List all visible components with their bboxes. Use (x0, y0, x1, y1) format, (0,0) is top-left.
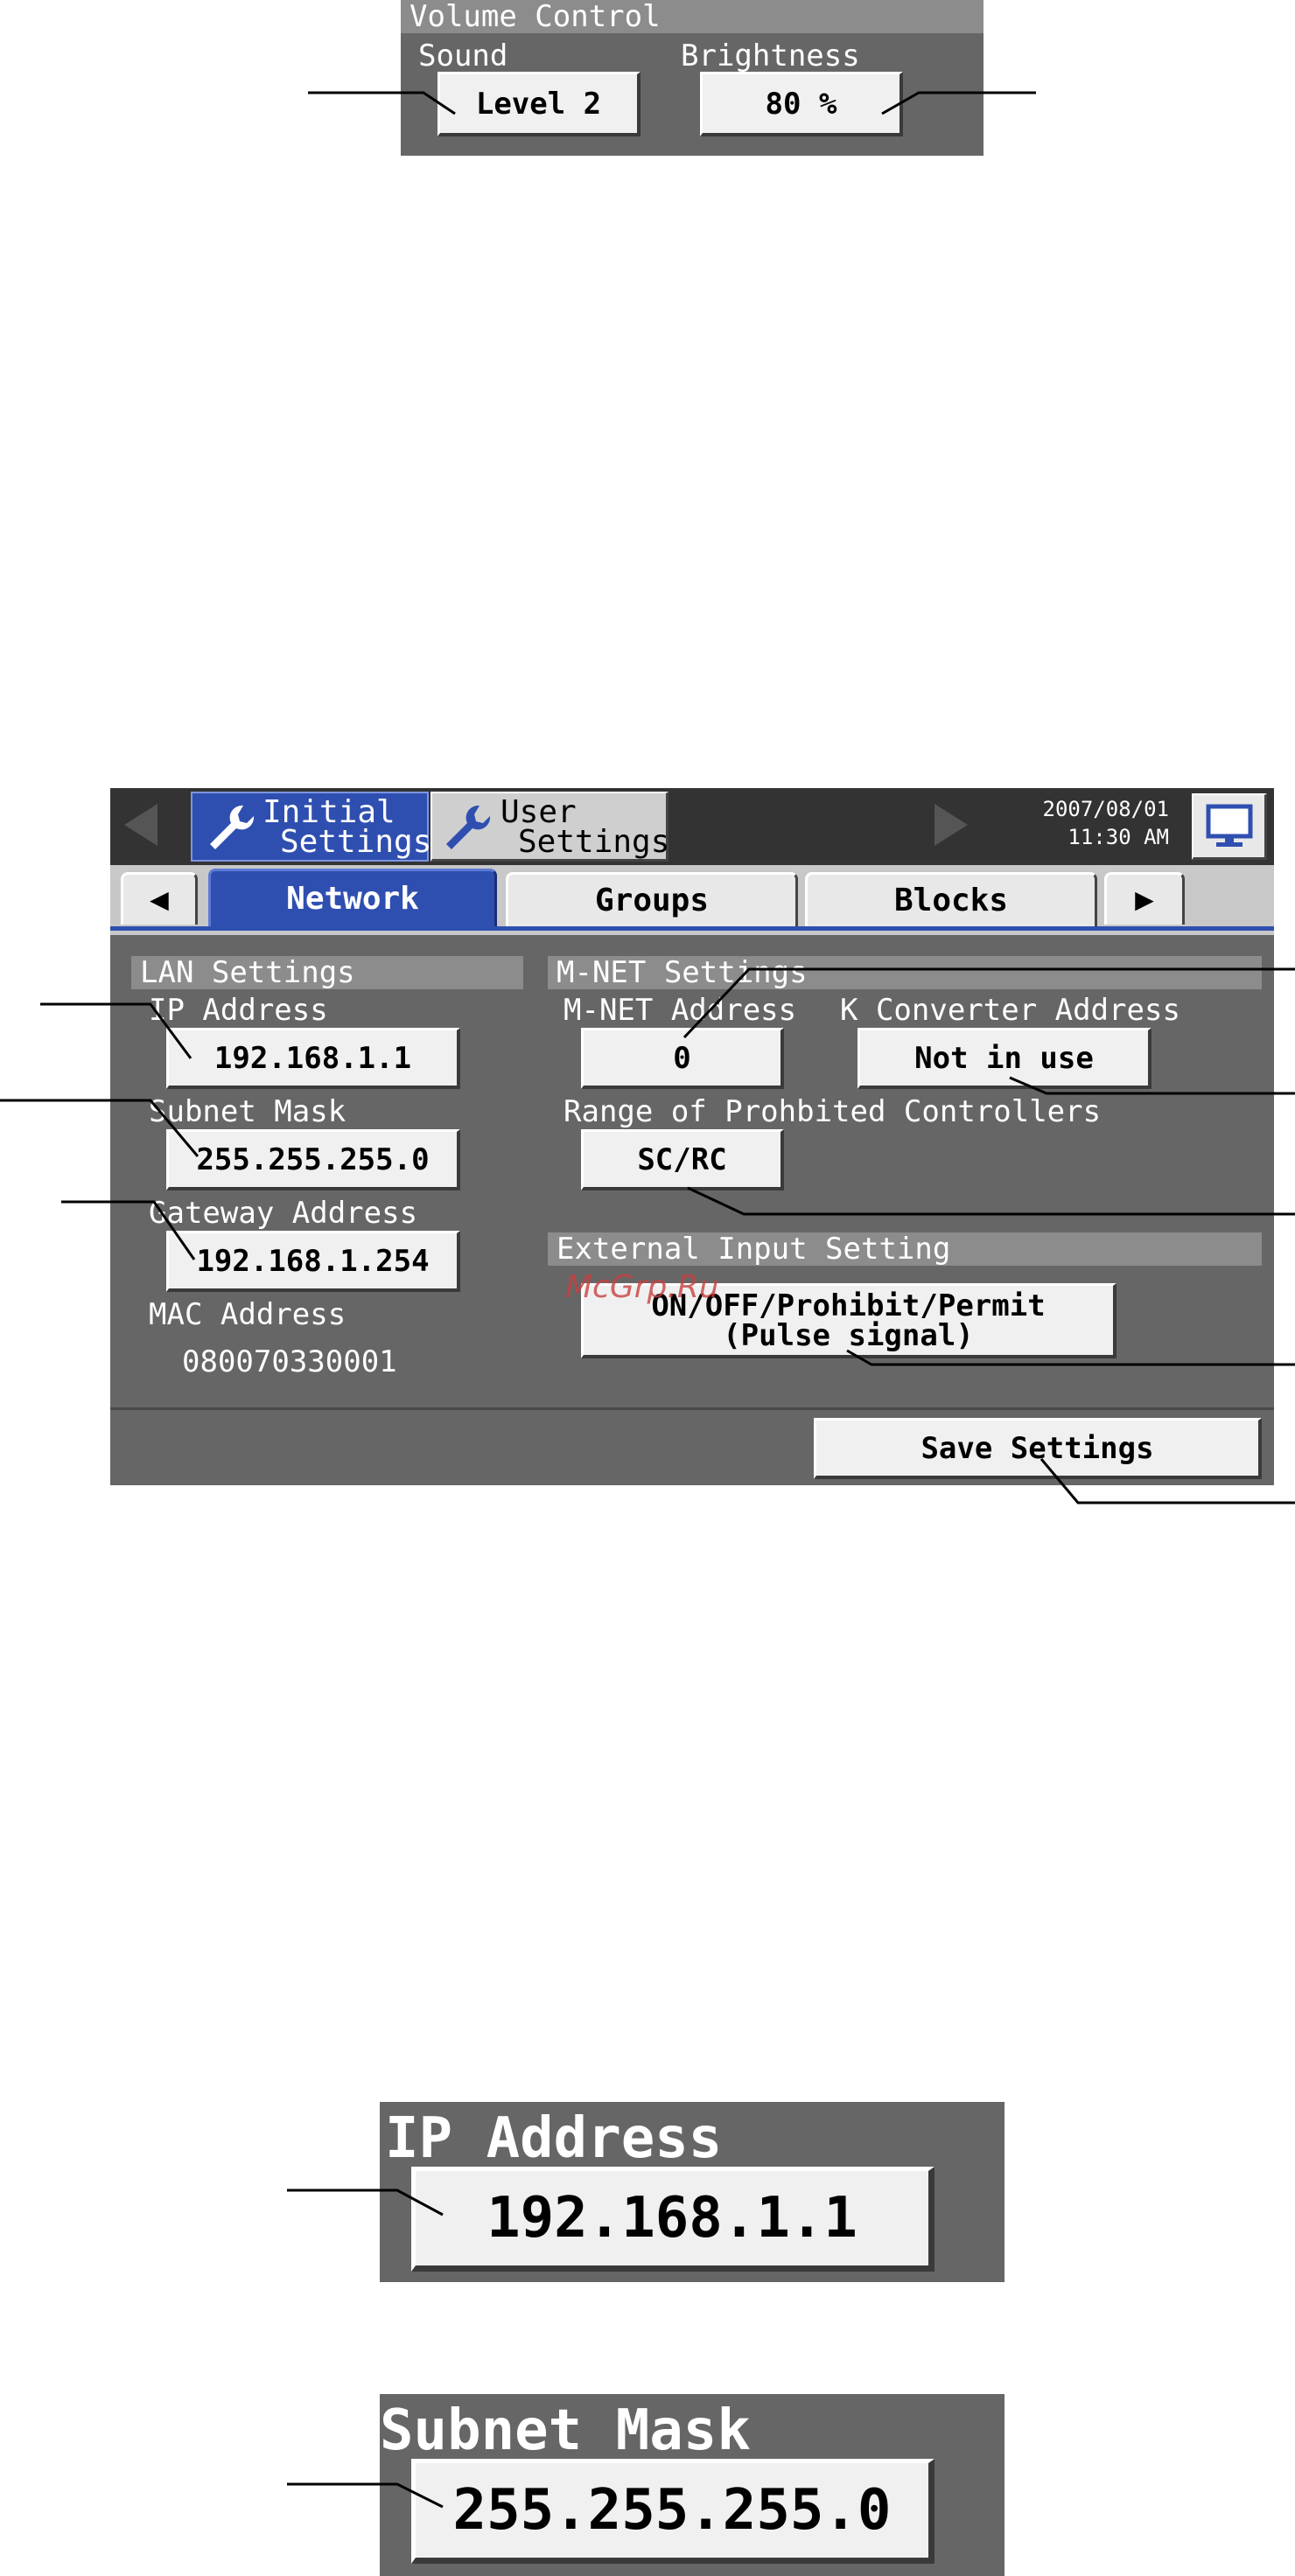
callout-prohibited (687, 1186, 1295, 1216)
callout-zoom-ip (287, 2189, 444, 2216)
callout-lines (0, 91, 1295, 2509)
callout-kconverter (1009, 1076, 1295, 1095)
callout-gateway (61, 1200, 196, 1260)
callout-save (1040, 1458, 1295, 1504)
callout-zoom-subnet (287, 2482, 444, 2509)
callout-mnet-address (682, 967, 1295, 1039)
callout-subnet (0, 1099, 200, 1157)
callout-brightness (881, 91, 1036, 115)
callout-sound (308, 91, 456, 115)
callout-ip (40, 1002, 192, 1059)
callout-external (846, 1349, 1295, 1366)
